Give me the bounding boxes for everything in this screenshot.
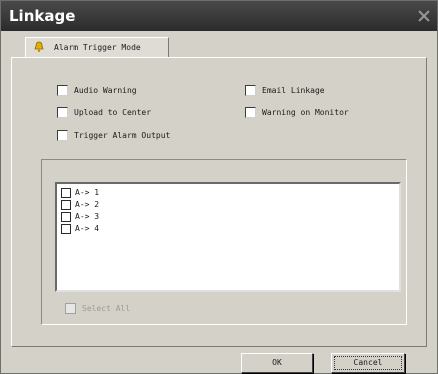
alarm-output-list[interactable]: A-> 1 A-> 2 A-> 3 A-> 4: [55, 182, 401, 292]
email-linkage-label: Email Linkage: [262, 86, 325, 95]
tab-alarm-trigger-mode[interactable]: Alarm Trigger Mode: [25, 37, 169, 58]
checkbox-box[interactable]: [61, 212, 71, 222]
linkage-dialog: Linkage Alarm Trigger Mode Audio Warning…: [0, 0, 438, 374]
warning-on-monitor-label: Warning on Monitor: [262, 108, 349, 117]
checkbox-box[interactable]: [57, 107, 68, 118]
select-all-label: Select All: [82, 304, 131, 313]
close-icon[interactable]: [417, 9, 431, 23]
window-title: Linkage: [9, 7, 76, 25]
checkbox-box[interactable]: [245, 85, 256, 96]
checkbox-box[interactable]: [57, 130, 68, 141]
checkbox-box[interactable]: [61, 224, 71, 234]
list-item-label: A-> 3: [75, 212, 100, 221]
bell-icon: [34, 41, 44, 52]
list-item-label: A-> 1: [75, 188, 100, 197]
ok-button[interactable]: OK: [241, 353, 313, 373]
checkbox-box[interactable]: [61, 188, 71, 198]
trigger-alarm-output-label: Trigger Alarm Output: [74, 131, 171, 140]
title-bar[interactable]: Linkage: [1, 1, 437, 31]
list-item-label: A-> 4: [75, 224, 100, 233]
checkbox-box[interactable]: [57, 85, 68, 96]
checkbox-box[interactable]: [245, 107, 256, 118]
audio-warning-label: Audio Warning: [74, 86, 137, 95]
list-item-label: A-> 2: [75, 200, 100, 209]
checkbox-box[interactable]: [61, 200, 71, 210]
tab-label: Alarm Trigger Mode: [54, 43, 141, 52]
upload-to-center-label: Upload to Center: [74, 108, 152, 117]
checkbox-box[interactable]: [65, 303, 76, 314]
cancel-button[interactable]: Cancel: [331, 353, 405, 373]
